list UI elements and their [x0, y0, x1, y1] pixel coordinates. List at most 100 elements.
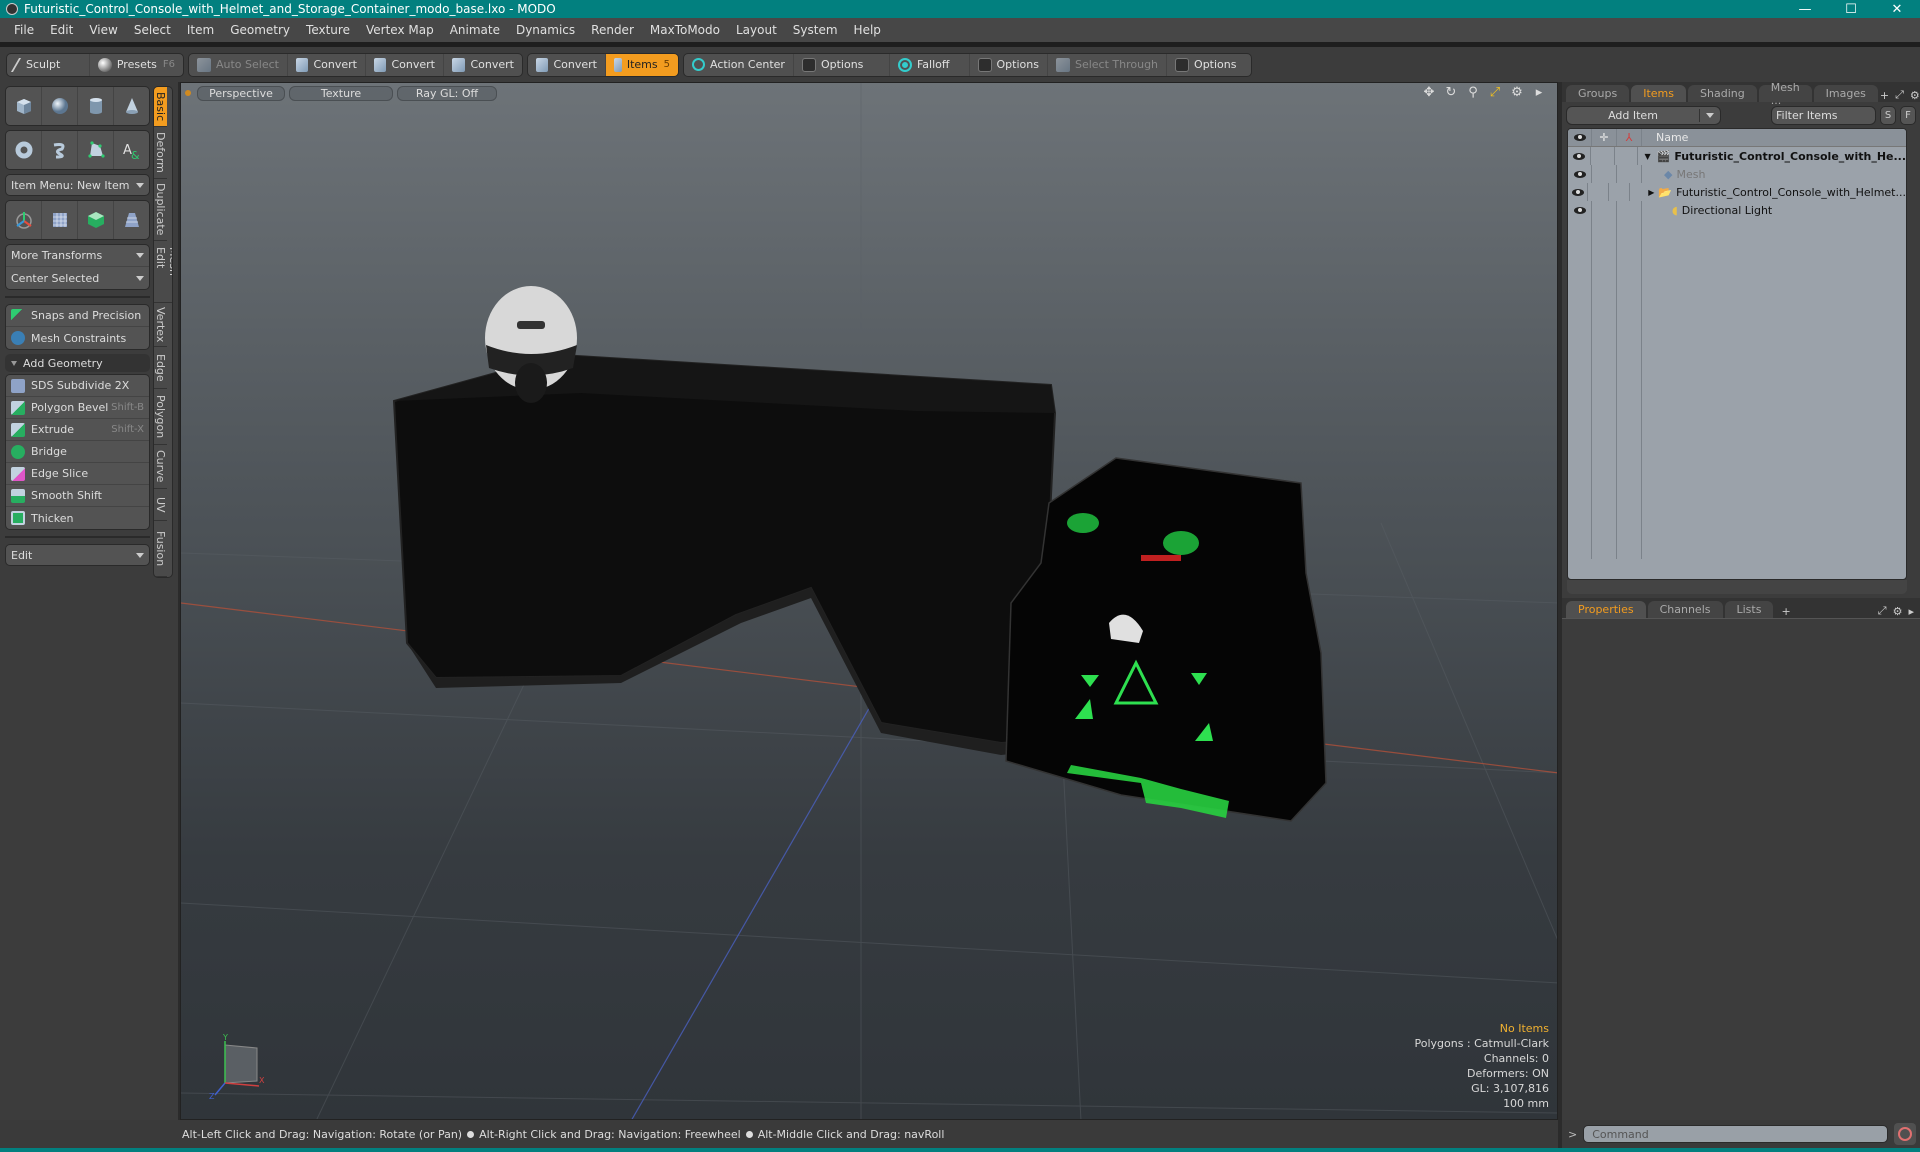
menu-view[interactable]: View	[81, 23, 125, 37]
expand-icon[interactable]: ⤢	[1895, 88, 1904, 102]
cylinder-tool[interactable]	[78, 87, 114, 125]
eye-icon[interactable]	[1573, 170, 1586, 178]
action-center-button[interactable]: Action Center	[684, 53, 794, 76]
tab-uv[interactable]: UV	[154, 489, 167, 521]
locator-column[interactable]: ⅄	[1617, 129, 1642, 146]
raygl-button[interactable]: Ray GL: Off	[397, 85, 497, 101]
tab-fusion[interactable]: Fusion	[154, 521, 167, 577]
sculpt-button[interactable]: Sculpt	[7, 53, 90, 76]
list-item-mesh[interactable]: ◆ Mesh	[1568, 165, 1906, 183]
taper-tool[interactable]	[114, 201, 149, 239]
tab-groups[interactable]: Groups	[1566, 85, 1630, 102]
add-tab-icon[interactable]: +	[1880, 89, 1889, 102]
expand-right-icon[interactable]: ▶	[1648, 188, 1654, 197]
smooth-shift-button[interactable]: Smooth Shift	[6, 485, 149, 507]
menu-edit[interactable]: Edit	[42, 23, 81, 37]
mesh-constraints-button[interactable]: Mesh Constraints	[6, 327, 149, 349]
f-button[interactable]: F	[1900, 105, 1916, 125]
thicken-button[interactable]: Thicken	[6, 507, 149, 529]
name-column[interactable]: Name	[1642, 129, 1906, 146]
center-selected-dropdown[interactable]: Center Selected	[6, 267, 149, 289]
menu-geometry[interactable]: Geometry	[222, 23, 298, 37]
torus-tool[interactable]	[6, 131, 42, 169]
menu-help[interactable]: Help	[846, 23, 889, 37]
expand-down-icon[interactable]: ▼	[1644, 152, 1650, 161]
tab-mesh[interactable]: Mesh ...	[1758, 81, 1812, 107]
menu-vertex-map[interactable]: Vertex Map	[358, 23, 442, 37]
s-button[interactable]: S	[1880, 105, 1896, 125]
convert-materials-button[interactable]: Convert	[528, 53, 606, 76]
add-geometry-header[interactable]: Add Geometry	[5, 354, 150, 372]
select-through-button[interactable]: Select Through	[1048, 53, 1168, 76]
zoom-icon[interactable]: ⚲	[1465, 85, 1481, 100]
gear-icon[interactable]: ⚙	[1910, 89, 1920, 102]
convert-polygons-button[interactable]: Convert	[444, 54, 522, 76]
record-macro-button[interactable]	[1894, 1123, 1916, 1145]
3d-viewport[interactable]: Perspective Texture Ray GL: Off ✥ ↻ ⚲ ⤢ …	[180, 82, 1558, 1120]
transform-tool[interactable]	[6, 201, 42, 239]
list-item-light[interactable]: ◖ Directional Light	[1568, 201, 1906, 219]
bridge-button[interactable]: Bridge	[6, 441, 149, 463]
menu-dynamics[interactable]: Dynamics	[508, 23, 583, 37]
maximize-viewport-icon[interactable]: ⤢	[1487, 85, 1503, 100]
visibility-column[interactable]	[1568, 129, 1592, 146]
rotate-icon[interactable]: ↻	[1443, 85, 1459, 100]
eye-icon[interactable]	[1572, 152, 1585, 160]
tab-mesh-edit[interactable]: Mesh Edit	[154, 241, 172, 303]
menu-item[interactable]: Item	[179, 23, 222, 37]
lock-column[interactable]: ✛	[1592, 129, 1617, 146]
close-button[interactable]: ✕	[1874, 0, 1920, 18]
action-options-button[interactable]: Options	[794, 53, 890, 76]
tab-items[interactable]: Items	[1631, 85, 1687, 102]
menu-select[interactable]: Select	[126, 23, 179, 37]
viewport-menu-dot[interactable]	[185, 90, 191, 96]
menu-file[interactable]: File	[6, 23, 42, 37]
filter-items-input[interactable]: Filter Items	[1771, 105, 1876, 125]
item-menu-dropdown[interactable]: Item Menu: New Item	[5, 174, 150, 196]
tab-basic[interactable]: Basic	[154, 87, 167, 127]
sphere-tool[interactable]	[42, 87, 78, 125]
list-item-group[interactable]: ▶ 📂 Futuristic_Control_Console_with_Helmet…	[1568, 183, 1906, 201]
tab-properties[interactable]: Properties	[1566, 601, 1646, 618]
text-tool[interactable]: A &	[114, 131, 149, 169]
tab-images[interactable]: Images	[1813, 85, 1878, 102]
tab-edge[interactable]: Edge	[154, 347, 167, 389]
add-item-dropdown[interactable]: Add Item	[1566, 105, 1721, 125]
menu-render[interactable]: Render	[583, 23, 642, 37]
cube-tool[interactable]	[6, 87, 42, 125]
menu-maxtomodo[interactable]: MaxToModo	[642, 23, 728, 37]
checker-tool[interactable]	[78, 201, 114, 239]
sds-subdivide-button[interactable]: SDS Subdivide 2X	[6, 375, 149, 397]
items-mode-button[interactable]: Items 5	[605, 53, 678, 76]
polygon-bevel-button[interactable]: Polygon Bevel Shift-B	[6, 397, 149, 419]
extrude-button[interactable]: Extrude Shift-X	[6, 419, 149, 441]
eye-icon[interactable]	[1571, 188, 1584, 196]
gear-icon[interactable]: ⚙	[1509, 85, 1525, 100]
auto-select-button[interactable]: Auto Select	[189, 53, 288, 76]
convert-edges-button[interactable]: Convert	[366, 53, 444, 76]
cone-tool[interactable]	[114, 87, 149, 125]
menu-texture[interactable]: Texture	[298, 23, 358, 37]
menu-system[interactable]: System	[785, 23, 846, 37]
falloff-options-button[interactable]: Options	[970, 53, 1048, 76]
chevron-right-icon[interactable]: ▸	[1908, 605, 1914, 618]
pen-tool[interactable]	[78, 131, 114, 169]
pan-icon[interactable]: ✥	[1421, 85, 1437, 100]
tab-shading[interactable]: Shading	[1688, 85, 1757, 102]
minimize-button[interactable]: —	[1782, 0, 1828, 18]
edge-slice-button[interactable]: Edge Slice	[6, 463, 149, 485]
gear-icon[interactable]: ⚙	[1893, 605, 1903, 618]
snaps-precision-button[interactable]: Snaps and Precision	[6, 305, 149, 327]
menu-layout[interactable]: Layout	[728, 23, 785, 37]
convert-vertices-button[interactable]: Convert	[288, 53, 366, 76]
tab-curve[interactable]: Curve	[154, 445, 167, 489]
chevron-right-icon[interactable]: ▸	[1531, 85, 1547, 100]
tab-vertex[interactable]: Vertex	[154, 303, 167, 347]
tab-polygon[interactable]: Polygon	[154, 389, 167, 445]
tab-duplicate[interactable]: Duplicate	[154, 179, 167, 241]
presets-button[interactable]: Presets F6	[90, 54, 183, 76]
expand-icon[interactable]: ⤢	[1878, 604, 1887, 618]
add-tab-icon[interactable]: +	[1781, 605, 1790, 618]
more-transforms-dropdown[interactable]: More Transforms	[6, 245, 149, 267]
capsule-tool[interactable]	[42, 131, 78, 169]
